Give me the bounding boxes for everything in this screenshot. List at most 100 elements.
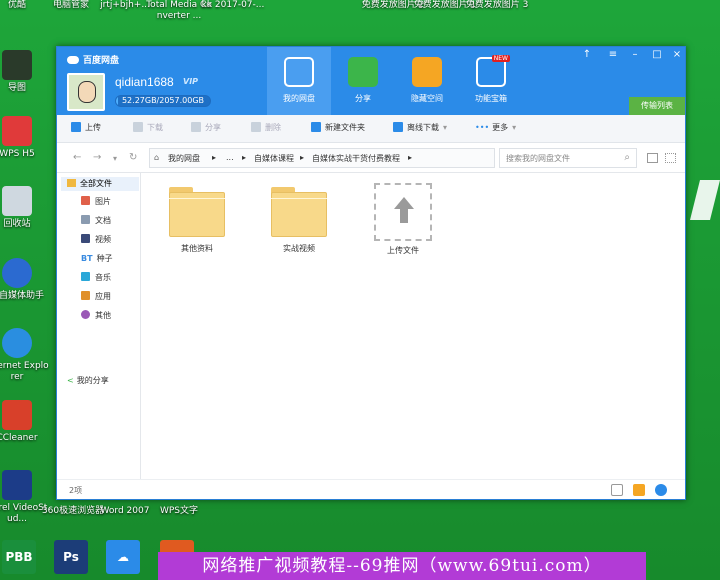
sidebar-item-other[interactable]: 其他 [81, 309, 111, 323]
offline-download-label: 离线下载 [407, 123, 439, 132]
nav-toolbox[interactable]: NEW 功能宝箱 [459, 47, 523, 115]
taskbar-app-label: PBB [5, 550, 33, 564]
desktop-icon-mindmap[interactable]: 导图 [0, 50, 50, 94]
desktop-icon-image-3[interactable]: 免费发放图片 3 [464, 0, 530, 11]
upload-status-icon[interactable] [633, 484, 645, 496]
upload-file-tile[interactable]: 上传文件 [366, 183, 440, 256]
refresh-icon[interactable]: ↻ [129, 152, 137, 163]
desktop-icon-wps-h5[interactable]: WPS H5 [0, 116, 50, 160]
grid-view-icon[interactable] [665, 153, 676, 163]
file-name: 实战视频 [283, 244, 315, 253]
download-label: 下载 [147, 123, 163, 132]
vip-badge[interactable]: VIP [183, 77, 198, 86]
share-button[interactable]: 分享 [191, 122, 221, 133]
share-icon [191, 122, 201, 132]
nav-label: 隐藏空间 [411, 94, 443, 103]
file-name: 其他资料 [181, 244, 213, 253]
desktop-icon-label: 媒自媒体助手 [0, 291, 44, 301]
trash-icon [251, 122, 261, 132]
breadcrumb-item[interactable]: 自媒体实战干货付费教程 [312, 153, 400, 164]
upload-arrow-icon [374, 183, 432, 241]
search-icon[interactable]: ⌕ [624, 152, 630, 163]
nav-my-disk[interactable]: 我的网盘 [267, 47, 331, 115]
toolbox-icon: NEW [476, 55, 510, 87]
username[interactable]: qidian1688 [115, 75, 174, 89]
app-title-text: 百度网盘 [83, 56, 120, 66]
desktop-icon-recycle-bin[interactable]: 回收站 [0, 186, 50, 230]
breadcrumb-item[interactable]: 我的网盘 [168, 153, 200, 164]
file-list: 其他资料 实战视频 上传文件 [142, 173, 685, 479]
search-input[interactable] [500, 149, 610, 167]
desktop-icon-label: Internet Explorer [0, 361, 49, 382]
nav-hidden-space[interactable]: 隐藏空间 [395, 47, 459, 115]
desktop-icon-ccleaner[interactable]: CCleaner [0, 400, 50, 444]
sidebar-item-my-share[interactable]: < 我的分享 [67, 375, 109, 386]
new-folder-icon [311, 122, 321, 132]
chevron-down-icon: ▾ [512, 123, 517, 132]
avatar[interactable] [67, 73, 105, 111]
address-bar: ← → ▾ ↻ ⌂ 我的网盘 ▸ ... ▸ 自媒体课程 ▸ 自媒体实战干货付费… [57, 143, 685, 173]
item-count: 2项 [69, 486, 83, 495]
download-button[interactable]: 下载 [133, 122, 163, 133]
back-arrow-icon[interactable]: ← [73, 152, 81, 163]
tutorial-banner: 网络推广视频教程--69推网（www.69tui.com） [158, 552, 646, 580]
taskbar-app-label: ☁ [117, 550, 129, 564]
maximize-button[interactable]: □ [649, 49, 665, 61]
folder-item[interactable]: 实战视频 [262, 183, 336, 254]
new-badge: NEW [491, 55, 510, 62]
sidebar-item-videos[interactable]: 视频 [81, 233, 111, 247]
folder-item[interactable]: 其他资料 [160, 183, 234, 254]
video-icon [81, 234, 90, 243]
menu-button[interactable]: ≡ [605, 49, 621, 61]
pin-button[interactable]: ↑ [579, 49, 595, 61]
list-view-icon[interactable] [647, 153, 658, 163]
sidebar-item-docs[interactable]: 文档 [81, 214, 111, 228]
quota-text: 52.27GB/2057.00GB [121, 96, 205, 105]
internet-explorer-icon [2, 328, 32, 358]
window-header: 百度网盘 qidian1688 VIP 52.27GB/2057.00GB 我的… [57, 47, 685, 115]
breadcrumb-item[interactable]: 自媒体课程 [254, 153, 294, 164]
sidebar-item-music[interactable]: 音乐 [81, 271, 111, 285]
desktop-icon-wps-writer[interactable]: WPS文字 [146, 506, 212, 517]
sidebar-item-torrents[interactable]: BT 种子 [81, 252, 113, 266]
wps-h5-icon [2, 116, 32, 146]
taskbar-app-baidu-netdisk[interactable]: ☁ [106, 540, 140, 574]
file-name: 上传文件 [387, 246, 419, 255]
share-icon: < [67, 376, 74, 385]
taskbar-app-pbb[interactable]: PBB [2, 540, 36, 574]
nav-share[interactable]: 分享 [331, 47, 395, 115]
sidebar-item-label: 种子 [96, 254, 113, 263]
sidebar-item-label: 其他 [95, 311, 111, 320]
avatar-face [78, 81, 96, 103]
sidebar-item-images[interactable]: 图片 [81, 195, 111, 209]
breadcrumb-separator-icon: ▸ [212, 153, 217, 162]
breadcrumb-item[interactable]: ... [226, 153, 234, 162]
app-title: 百度网盘 [67, 53, 119, 66]
forward-arrow-icon[interactable]: → [93, 152, 101, 163]
desktop-icon-internet-explorer[interactable]: Internet Explorer [0, 328, 50, 383]
transfer-list-button[interactable]: 传输列表 [629, 97, 685, 115]
desktop-icon-label: kk 2017-07-... [201, 0, 265, 10]
desktop-icon-media-assistant[interactable]: 媒自媒体助手 [0, 258, 50, 302]
sidebar-item-all-files[interactable]: 全部文件 [61, 177, 139, 191]
grid-icon[interactable] [611, 484, 623, 496]
desktop-wallpaper-swoosh [690, 180, 720, 220]
status-bar: 2项 [57, 479, 685, 499]
nav-label: 功能宝箱 [475, 94, 507, 103]
more-button[interactable]: ••• 更多 ▾ [475, 122, 516, 133]
new-folder-button[interactable]: 新建文件夹 [311, 122, 365, 133]
history-chevron-icon[interactable]: ▾ [113, 154, 117, 163]
offline-download-button[interactable]: 离线下载 ▾ [393, 122, 447, 133]
home-icon[interactable]: ⌂ [154, 153, 159, 162]
notification-icon[interactable] [655, 484, 667, 496]
globe-icon [2, 258, 32, 288]
sidebar-item-label: 全部文件 [80, 179, 112, 188]
upload-button[interactable]: 上传 [71, 122, 101, 133]
desktop-icon-kk[interactable]: kk 2017-07-... [200, 0, 266, 11]
delete-button[interactable]: 删除 [251, 122, 281, 133]
download-icon [133, 122, 143, 132]
minimize-button[interactable]: – [627, 49, 643, 61]
close-button[interactable]: × [669, 49, 685, 61]
taskbar-app-photoshop[interactable]: Ps [54, 540, 88, 574]
sidebar-item-apps[interactable]: 应用 [81, 290, 111, 304]
